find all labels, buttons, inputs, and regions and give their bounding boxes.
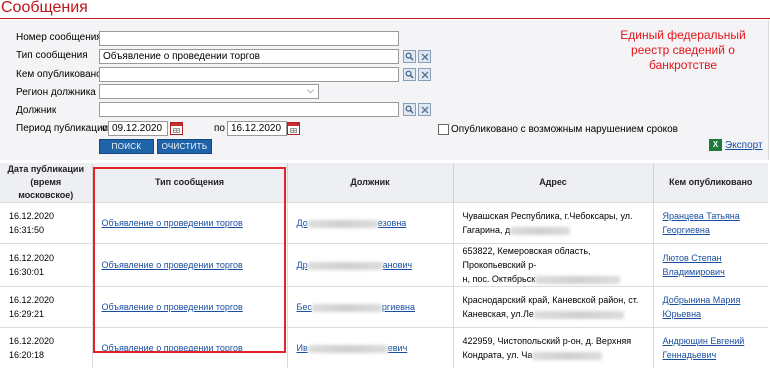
close-icon	[421, 71, 429, 79]
message-type-link[interactable]: Объявление о проведении торгов	[102, 260, 243, 270]
address-line-2: н, пос. Октябрьск	[463, 274, 536, 284]
message-type-label: Тип сообщения	[16, 50, 88, 61]
redacted-text	[308, 220, 378, 228]
export-label[interactable]: Экспорт	[725, 140, 763, 151]
close-icon	[421, 53, 429, 61]
redacted-text	[532, 352, 602, 360]
publisher-link[interactable]: Лютов Степан	[663, 253, 722, 263]
date-to-input[interactable]: 16.12.2020	[227, 121, 287, 136]
published-by-label: Кем опубликовано	[16, 69, 102, 80]
column-header-address[interactable]: Адрес	[453, 163, 653, 203]
debtor-link-end[interactable]: анович	[383, 260, 412, 270]
magnifier-icon	[405, 52, 414, 61]
table-row: 16.12.2020 16:30:01 Объявление о проведе…	[0, 244, 768, 287]
row-date: 16.12.2020 16:31:50	[0, 203, 92, 244]
publisher-link-2[interactable]: Владимирович	[663, 267, 725, 277]
close-icon	[421, 106, 429, 114]
message-number-input[interactable]	[99, 31, 399, 46]
debtor-link-end[interactable]: евич	[388, 343, 408, 353]
publisher-link[interactable]: Яранцева Татьяна	[663, 211, 740, 221]
publisher-link-2[interactable]: Геннадьевич	[663, 350, 717, 360]
address-line-1: 653822, Кемеровская область, Прокопьевск…	[463, 246, 591, 270]
magnifier-icon	[405, 105, 414, 114]
debtor-link-start[interactable]: Др	[297, 260, 308, 270]
column-header-type[interactable]: Тип сообщения	[92, 163, 287, 203]
debtor-link-start[interactable]: До	[297, 218, 308, 228]
export-link[interactable]: X Экспорт	[709, 139, 763, 151]
message-number-label: Номер сообщения	[16, 32, 102, 43]
redacted-text	[534, 311, 624, 319]
clear-button[interactable]: ОЧИСТИТЬ	[157, 139, 212, 154]
debtor-search-button[interactable]	[403, 103, 416, 116]
address-line-2: Каневская, ул.Ле	[463, 309, 534, 319]
redacted-text	[308, 345, 388, 353]
address-line-2: Кондрата, ул. Ча	[463, 350, 533, 360]
violation-checkbox-label: Опубликовано с возможным нарушением срок…	[451, 124, 678, 135]
title-divider	[0, 18, 770, 19]
published-by-input[interactable]	[99, 67, 399, 82]
row-date: 16.12.2020 16:20:18	[0, 328, 92, 368]
address-line-1: Краснодарский край, Каневской район, ст.	[463, 295, 639, 305]
message-type-link[interactable]: Объявление о проведении торгов	[102, 218, 243, 228]
redacted-text	[535, 276, 620, 284]
column-header-debtor[interactable]: Должник	[287, 163, 453, 203]
violation-checkbox[interactable]	[438, 124, 449, 135]
publisher-link[interactable]: Добрынина Мария	[663, 295, 741, 305]
publisher-link-2[interactable]: Георгиевна	[663, 225, 710, 235]
calendar-icon[interactable]	[287, 122, 300, 135]
region-select[interactable]: ⌵	[99, 84, 319, 99]
redacted-text	[312, 304, 382, 312]
published-by-clear-button[interactable]	[418, 68, 431, 81]
debtor-link-start[interactable]: Бес	[297, 302, 312, 312]
publisher-link[interactable]: Андрющин Евгений	[663, 336, 745, 346]
address-line-2: Гагарина, д	[463, 225, 511, 235]
calendar-icon[interactable]	[170, 122, 183, 135]
date-from-prefix: с	[102, 123, 107, 134]
address-line-1: Чувашская Республика, г.Чебоксары, ул.	[463, 211, 633, 221]
table-row: 16.12.2020 16:20:18 Объявление о проведе…	[0, 328, 768, 368]
debtor-clear-button[interactable]	[418, 103, 431, 116]
search-button[interactable]: ПОИСК	[99, 139, 154, 154]
message-type-input[interactable]: Объявление о проведении торгов	[99, 49, 399, 64]
debtor-link-start[interactable]: Ив	[297, 343, 308, 353]
row-date: 16.12.2020 16:29:21	[0, 287, 92, 328]
date-from-input[interactable]: 09.12.2020	[108, 121, 168, 136]
page-title: Сообщения	[1, 0, 88, 17]
magnifier-icon	[405, 70, 414, 79]
message-type-link[interactable]: Объявление о проведении торгов	[102, 343, 243, 353]
debtor-label: Должник	[16, 105, 56, 116]
debtor-link-end[interactable]: ргиевна	[382, 302, 415, 312]
table-row: 16.12.2020 16:31:50 Объявление о проведе…	[0, 203, 768, 244]
address-line-1: 422959, Чистопольский р-он, д. Верхняя	[463, 336, 632, 346]
region-label: Регион должника	[16, 87, 96, 98]
message-type-link[interactable]: Объявление о проведении торгов	[102, 302, 243, 312]
debtor-link-end[interactable]: езовна	[378, 218, 407, 228]
redacted-text	[308, 262, 383, 270]
row-date: 16.12.2020 16:30:01	[0, 244, 92, 287]
publisher-link-2[interactable]: Юрьевна	[663, 309, 702, 319]
redacted-text	[510, 227, 570, 235]
registry-note: Единый федеральный реестр сведений о бан…	[608, 28, 758, 73]
date-to-prefix: по	[214, 123, 225, 134]
message-type-clear-button[interactable]	[418, 50, 431, 63]
column-header-date[interactable]: Дата публикации (время московское)	[0, 163, 92, 203]
excel-icon: X	[709, 139, 722, 151]
table-row: 16.12.2020 16:29:21 Объявление о проведе…	[0, 287, 768, 328]
period-label: Период публикации	[16, 123, 108, 134]
published-by-search-button[interactable]	[403, 68, 416, 81]
message-type-search-button[interactable]	[403, 50, 416, 63]
column-header-publisher[interactable]: Кем опубликовано	[653, 163, 768, 203]
results-table: Дата публикации (время московское) Тип с…	[0, 163, 768, 368]
chevron-down-icon: ⌵	[307, 85, 314, 96]
debtor-input[interactable]	[99, 102, 399, 117]
table-header-row: Дата публикации (время московское) Тип с…	[0, 163, 768, 203]
